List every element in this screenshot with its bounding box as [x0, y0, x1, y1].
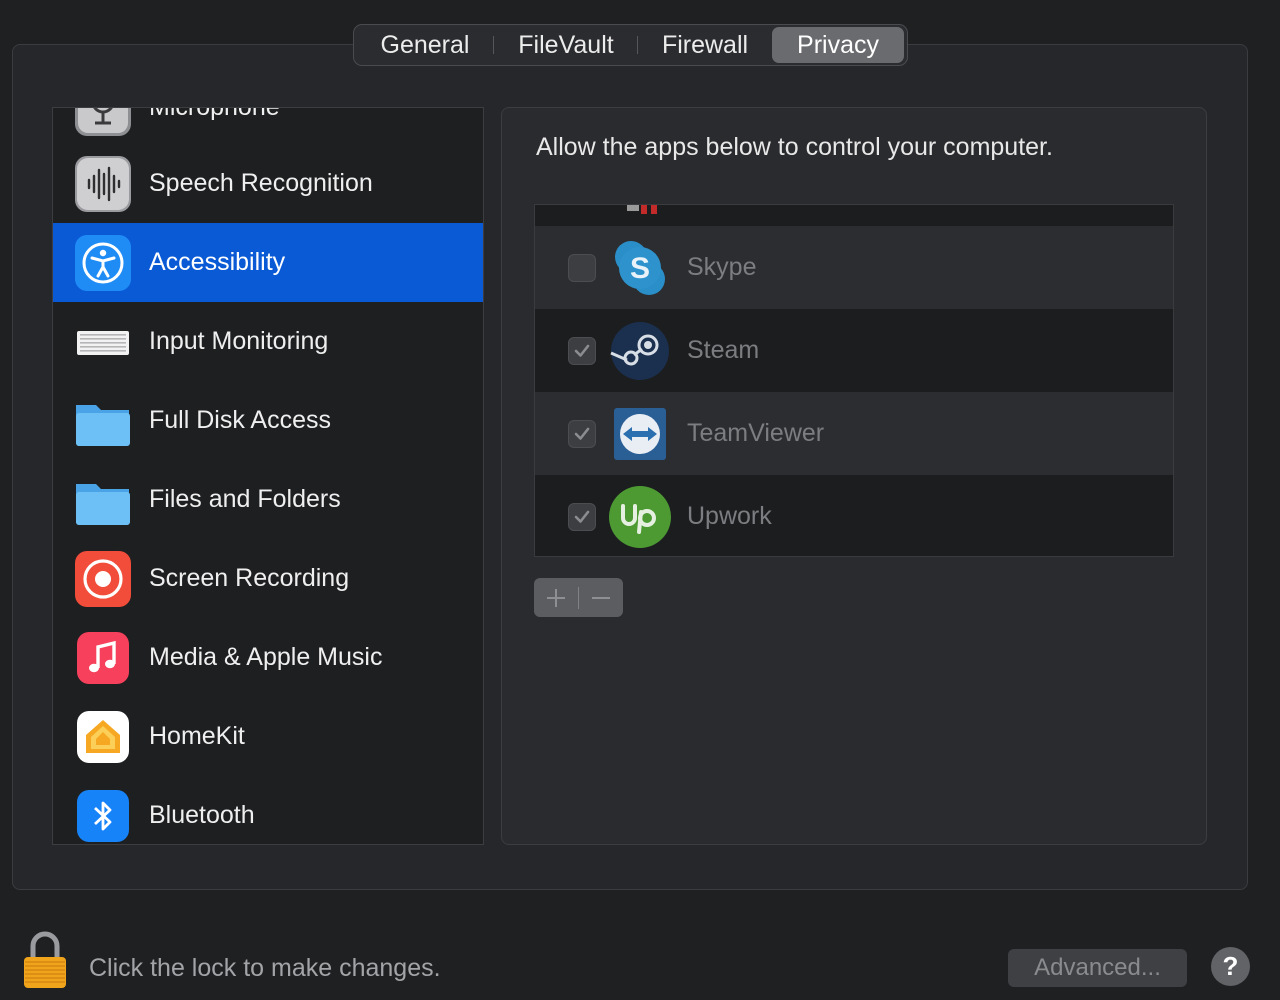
sidebar-item-screen-recording[interactable]: Screen Recording: [53, 539, 483, 618]
tab-bar: General FileVault Firewall Privacy: [353, 24, 908, 66]
checkmark-icon: [574, 344, 590, 357]
app-list[interactable]: S Skype Steam TeamViewer Upwork: [534, 204, 1174, 557]
sidebar-item-label: Microphone: [149, 107, 280, 121]
advanced-button[interactable]: Advanced...: [1008, 949, 1187, 987]
tab-general[interactable]: General: [356, 27, 494, 63]
minus-icon: [592, 596, 610, 599]
plus-icon: [547, 588, 565, 607]
list-item: [535, 205, 1173, 226]
folder-icon: [76, 405, 130, 446]
app-name: TeamViewer: [687, 419, 825, 447]
sidebar-item-label: Screen Recording: [149, 564, 350, 592]
sidebar-item-label: Media & Apple Music: [149, 643, 383, 671]
teamviewer-checkbox[interactable]: [568, 419, 596, 448]
sidebar-item-files-and-folders[interactable]: Files and Folders: [53, 460, 483, 539]
tab-filevault[interactable]: FileVault: [494, 27, 638, 63]
sidebar-item-microphone[interactable]: Microphone: [53, 107, 483, 147]
sidebar-item-label: Accessibility: [149, 248, 286, 276]
svg-text:S: S: [630, 252, 650, 285]
sidebar-item-label: Input Monitoring: [149, 327, 329, 355]
add-app-button[interactable]: [534, 578, 578, 617]
table-row: Steam: [535, 309, 1173, 392]
home-icon: [77, 711, 129, 763]
instruction-text: Allow the apps below to control your com…: [536, 133, 1053, 161]
tab-privacy[interactable]: Privacy: [772, 27, 904, 63]
accessibility-icon: [75, 235, 131, 291]
sidebar-item-full-disk-access[interactable]: Full Disk Access: [53, 381, 483, 460]
bluetooth-icon: [77, 790, 129, 842]
steam-checkbox[interactable]: [568, 336, 596, 365]
sidebar-item-media-apple-music[interactable]: Media & Apple Music: [53, 618, 483, 697]
sidebar-item-accessibility[interactable]: Accessibility: [53, 223, 483, 302]
app-icon: [627, 205, 657, 214]
screen-recording-icon: [75, 551, 131, 607]
sidebar-item-input-monitoring[interactable]: Input Monitoring: [53, 302, 483, 381]
sidebar-item-bluetooth[interactable]: Bluetooth: [53, 776, 483, 844]
sidebar-item-label: Speech Recognition: [149, 169, 373, 197]
remove-app-button[interactable]: [579, 578, 623, 617]
privacy-category-list[interactable]: Microphone Speech Recognition Accessibil…: [52, 107, 484, 845]
sidebar-item-label: Files and Folders: [149, 485, 341, 513]
checkmark-icon: [574, 510, 590, 523]
help-button[interactable]: ?: [1211, 947, 1250, 986]
microphone-icon: [75, 108, 131, 136]
music-icon: [77, 632, 129, 684]
speech-recognition-icon: [75, 156, 131, 212]
sidebar-item-label: Full Disk Access: [149, 406, 331, 434]
app-name: Steam: [687, 336, 760, 364]
sidebar-item-label: Bluetooth: [149, 801, 255, 829]
add-remove-control: [534, 578, 623, 617]
skype-checkbox[interactable]: [568, 253, 596, 282]
app-name: Skype: [687, 253, 757, 281]
folder-icon: [76, 484, 130, 525]
sidebar-item-speech-recognition[interactable]: Speech Recognition: [53, 144, 483, 223]
table-row: S Skype: [535, 226, 1173, 309]
upwork-icon: [609, 485, 671, 548]
table-row: TeamViewer: [535, 392, 1173, 475]
sidebar-item-homekit[interactable]: HomeKit: [53, 697, 483, 776]
sidebar-item-label: HomeKit: [149, 722, 245, 750]
checkmark-icon: [574, 427, 590, 440]
skype-icon: S: [615, 240, 665, 295]
steam-icon: [610, 321, 669, 380]
keyboard-icon: [77, 331, 129, 355]
lock-icon[interactable]: [20, 930, 70, 990]
table-row: Upwork: [535, 475, 1173, 556]
tab-firewall[interactable]: Firewall: [638, 27, 772, 63]
lock-status-text: Click the lock to make changes.: [89, 954, 441, 982]
app-name: Upwork: [687, 502, 772, 530]
teamviewer-icon: [614, 407, 666, 460]
upwork-checkbox[interactable]: [568, 502, 596, 531]
